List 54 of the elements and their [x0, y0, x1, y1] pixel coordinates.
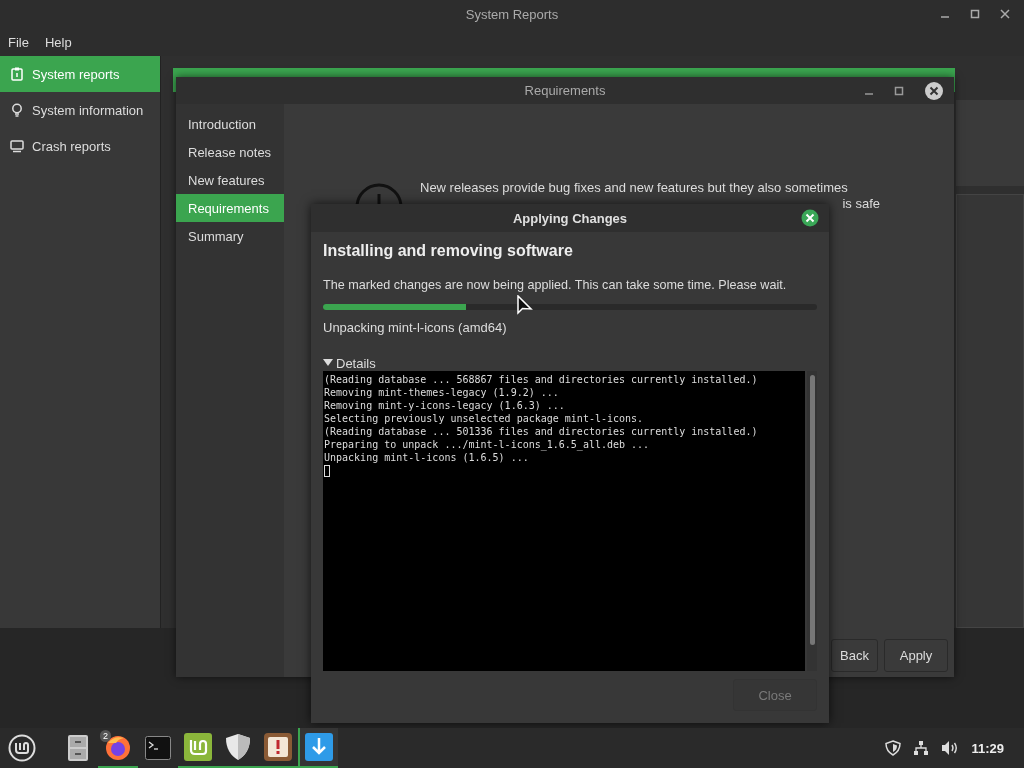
details-expander[interactable]: Details — [323, 355, 817, 371]
clipboard-icon — [10, 67, 24, 81]
network-icon[interactable] — [913, 740, 930, 756]
maximize-icon[interactable] — [894, 85, 904, 96]
info-icon — [354, 182, 404, 204]
volume-icon[interactable] — [941, 740, 960, 756]
step-item[interactable]: New features — [176, 166, 284, 194]
terminal-line: Selecting previously unselected package mint-l-icons. — [324, 412, 645, 425]
message-text: New releases provide bug fixes and new features but they also sometimes — [420, 180, 849, 196]
window-title: Requirements — [524, 83, 606, 98]
shield-icon[interactable] — [885, 740, 902, 756]
terminal-line: (Reading database ... 501336 files and directories currently installed.) — [324, 425, 759, 438]
terminal-line: Removing mint-themes-legacy (1.9.2) ... — [324, 386, 560, 399]
caret-icon — [323, 359, 333, 367]
message-text: is safe — [842, 196, 880, 212]
menu-item[interactable]: Help — [44, 34, 72, 50]
shield-icon — [225, 733, 251, 761]
close-icon[interactable] — [924, 80, 944, 101]
step-item[interactable]: Release notes — [176, 138, 284, 166]
dialog-heading: Installing and removing software — [323, 242, 574, 260]
terminal-line: (Reading database ... 568867 files and directories currently installed.) — [324, 373, 759, 386]
scrollbar[interactable] — [809, 375, 815, 645]
mint-logo-icon — [184, 733, 212, 761]
cursor-icon — [324, 465, 330, 477]
sidebar-item[interactable]: Crash reports — [0, 128, 160, 164]
terminal-line: Removing mint-y-icons-legacy (1.6.3) ... — [324, 399, 566, 412]
browser-icon — [104, 733, 132, 761]
monitor-icon — [10, 139, 24, 153]
taskbar-app[interactable] — [298, 728, 338, 768]
terminal-line: Preparing to unpack .../mint-l-icons_1.6.5_all.deb ... — [324, 438, 651, 451]
status-text: Unpacking mint-l-icons (amd64) — [323, 320, 508, 335]
taskbar-app[interactable]: 2 — [98, 728, 138, 768]
maximize-icon[interactable] — [970, 9, 980, 19]
warning-box-icon — [264, 733, 292, 761]
close-icon[interactable] — [1000, 9, 1010, 19]
menu-item[interactable]: File — [8, 34, 29, 50]
lightbulb-icon — [10, 103, 24, 117]
description-text: The marked changes are now being applied. This can take some time. Please wait. — [323, 278, 788, 292]
mouse-pointer-icon — [517, 295, 535, 317]
download-icon — [305, 733, 333, 761]
step-item[interactable]: Introduction — [176, 110, 284, 138]
wizard-button[interactable]: Apply — [884, 639, 948, 672]
dialog-title: Applying Changes — [512, 210, 628, 226]
terminal-line: Unpacking mint-l-icons (1.6.5) ... — [324, 451, 530, 464]
notification-badge: 2 — [100, 730, 111, 742]
step-item[interactable]: Summary — [176, 222, 284, 250]
file-cabinet-icon — [67, 734, 89, 762]
wizard-button[interactable]: Back — [831, 639, 878, 672]
mint-logo-icon — [8, 734, 36, 762]
sidebar-item[interactable]: System information — [0, 92, 160, 128]
close-icon[interactable] — [801, 209, 819, 227]
terminal-icon — [145, 736, 171, 760]
clock[interactable]: 11:29 — [971, 740, 1004, 756]
window-title: System Reports — [465, 6, 559, 22]
